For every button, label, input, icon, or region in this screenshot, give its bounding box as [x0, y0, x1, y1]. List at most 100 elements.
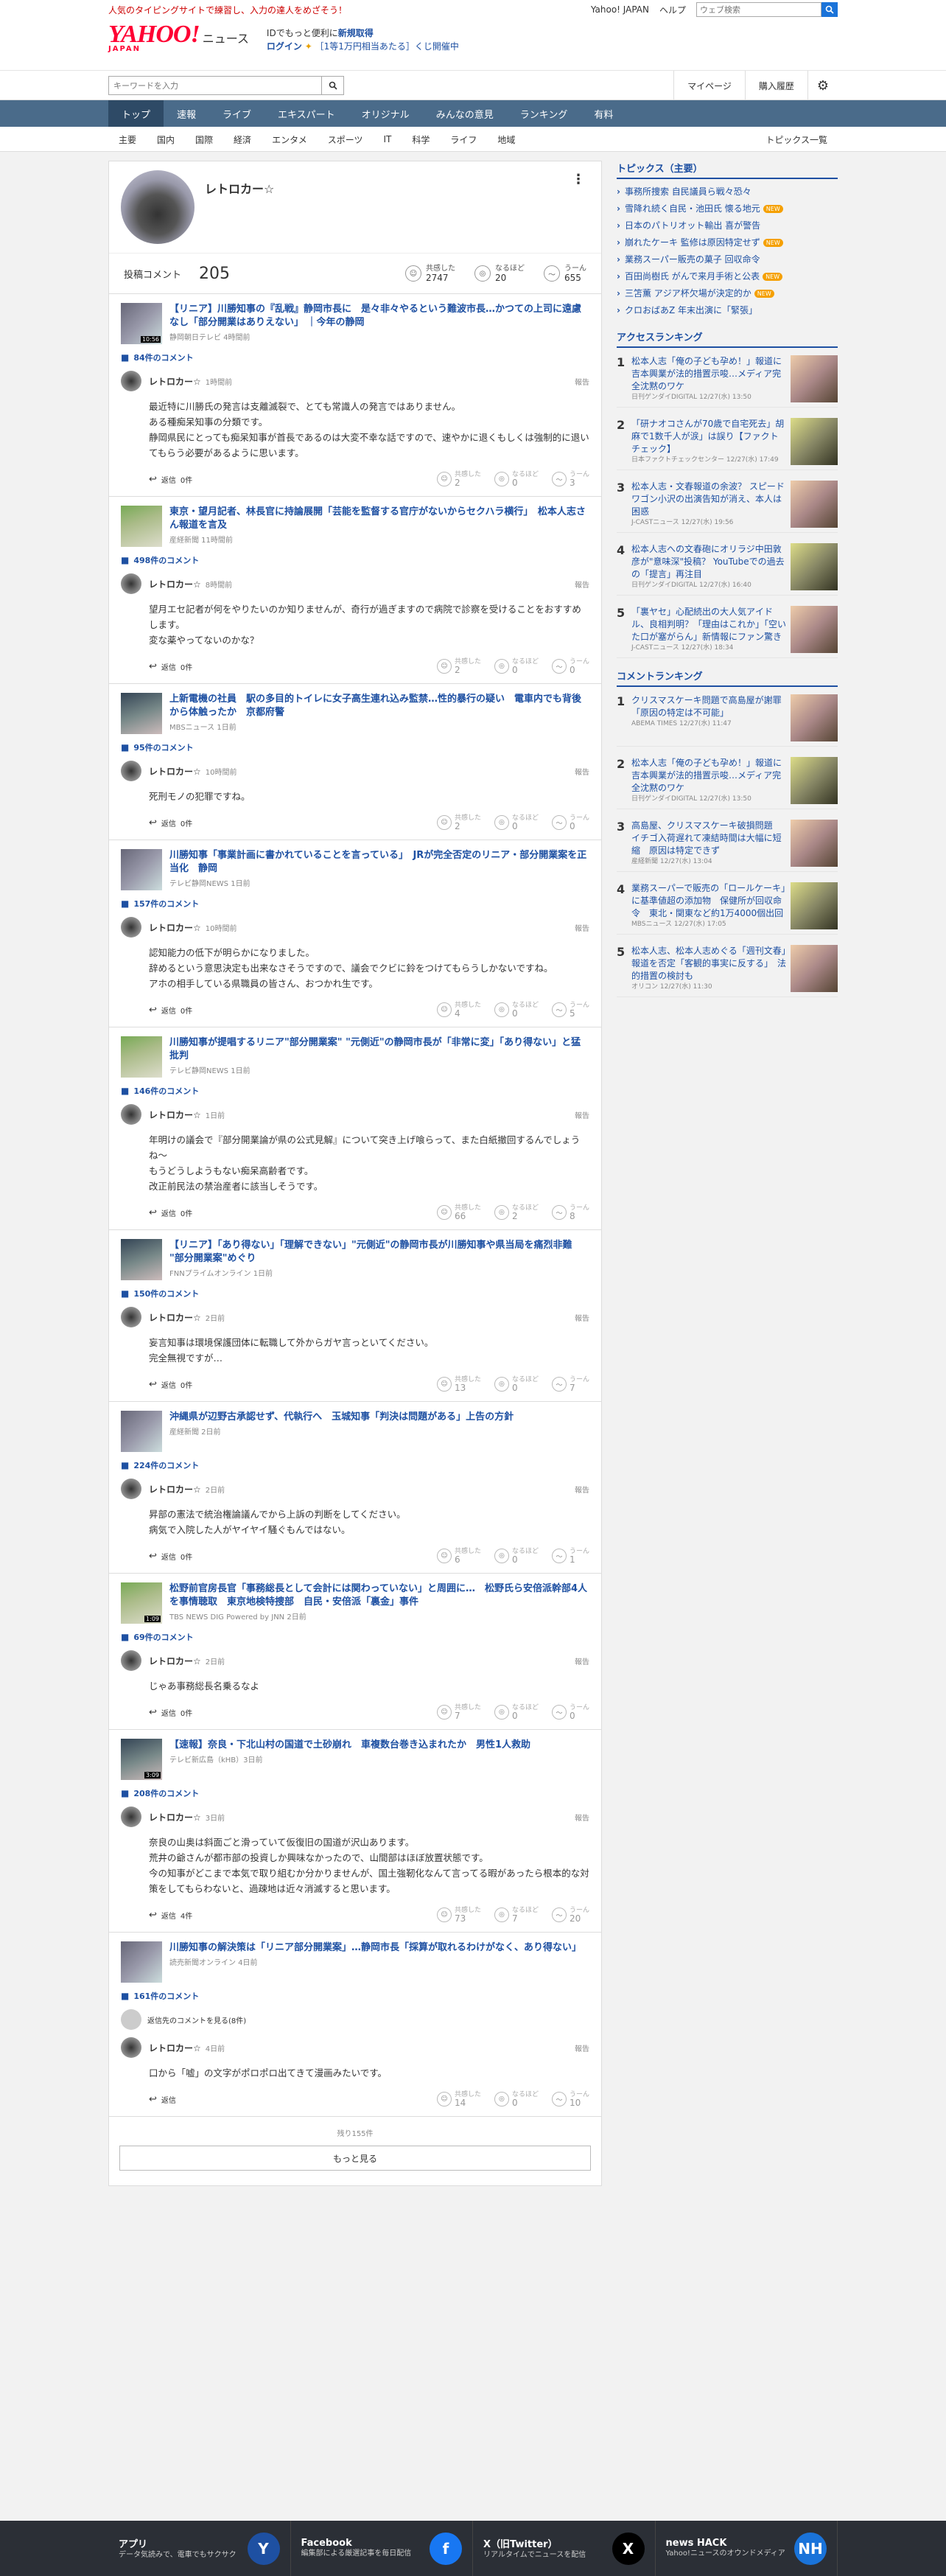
ranking-item[interactable]: 2 松本人志「俺の子ども孕め！」報道に吉本興業が法的措置示唆…メディア完全沈黙のワ…	[617, 757, 838, 809]
gnav-item[interactable]: 有料	[581, 100, 626, 127]
topic-item[interactable]: 三笘薫 アジア杯欠場が決定的かNEW	[617, 285, 838, 302]
gnav-item[interactable]: オリジナル	[348, 100, 423, 127]
reply-button[interactable]: ↩ 返信 0件	[149, 1379, 192, 1390]
comment-count-link[interactable]: ■ 69件のコメント	[121, 1631, 589, 1643]
subnav-item[interactable]: IT	[373, 134, 402, 144]
report-link[interactable]: 報告	[575, 1655, 589, 1666]
reply-button[interactable]: ↩ 返信 0件	[149, 661, 192, 672]
subnav-item[interactable]: 経済	[223, 133, 262, 146]
subnav-item[interactable]: ライフ	[440, 133, 487, 146]
commenter-name[interactable]: レトロカー☆	[149, 375, 201, 388]
yahoo-japan-link[interactable]: Yahoo! JAPAN	[591, 4, 649, 15]
subnav-item[interactable]: 地域	[487, 133, 525, 146]
login-link[interactable]: ログイン	[267, 41, 302, 52]
naru-button[interactable]: ◎ なるほど 7	[494, 1907, 539, 1923]
article-link[interactable]: 川勝知事「事業計画に書かれていることを言っている」 JRが完全否定のリニア・部分…	[121, 849, 589, 890]
subnav-item[interactable]: スポーツ	[318, 133, 374, 146]
commenter-name[interactable]: レトロカー☆	[149, 1655, 201, 1667]
ranking-item[interactable]: 5 松本人志、松本人志めぐる「週刊文春」報道を否定「客観的事実に反する」 法的措置…	[617, 945, 838, 997]
article-title[interactable]: 【速報】奈良・下北山村の国道で土砂崩れ 車複数台巻き込まれたか 男性1人救助	[169, 1739, 530, 1752]
reply-button[interactable]: ↩ 返信 4件	[149, 1910, 192, 1921]
ranking-item[interactable]: 1 松本人志「俺の子ども孕め！」報道に吉本興業が法的措置示唆…メディア完全沈黙のワ…	[617, 355, 838, 408]
article-title[interactable]: 【リニア】川勝知事の『乱戦』静岡市長に 是々非々やるという難波市長…かつての上司…	[169, 303, 589, 329]
lottery-link[interactable]: ［1等1万円相当あたる］くじ開催中	[315, 41, 459, 52]
naru-button[interactable]: ◎ なるほど 0	[494, 2091, 539, 2107]
commenter-name[interactable]: レトロカー☆	[149, 1109, 201, 1121]
subnav-item[interactable]: 国内	[147, 133, 185, 146]
agree-button[interactable]: ☺ 共感した 2	[436, 658, 481, 674]
subnav-item[interactable]: 主要	[108, 133, 147, 146]
report-link[interactable]: 報告	[575, 1812, 589, 1823]
commenter-avatar[interactable]	[121, 917, 141, 938]
report-link[interactable]: 報告	[575, 579, 589, 590]
comment-count-link[interactable]: ■ 146件のコメント	[121, 1085, 589, 1097]
keyword-search-button[interactable]	[322, 76, 344, 95]
article-title[interactable]: 川勝知事の解決策は「リニア部分開業案」…静岡市長「採算が取れるわけがなく、あり得…	[169, 1941, 581, 1955]
ranking-item[interactable]: 4 業務スーパーで販売の「ロールケーキ」に基準値超の添加物 保健所が回収命令 東北…	[617, 882, 838, 935]
commenter-avatar[interactable]	[121, 1479, 141, 1499]
gnav-item[interactable]: トップ	[108, 100, 164, 127]
article-title[interactable]: 東京・望月記者、林長官に持論展開「芸能を監督する官庁がないからセクハラ横行」 松…	[169, 506, 589, 532]
comment-count-link[interactable]: ■ 224件のコメント	[121, 1459, 589, 1471]
gnav-item[interactable]: エキスパート	[264, 100, 348, 127]
article-title[interactable]: 川勝知事「事業計画に書かれていることを言っている」 JRが完全否定のリニア・部分…	[169, 849, 589, 876]
ranking-item[interactable]: 5 「裏ヤセ」心配続出の大人気アイドル、良相判明？「理由はこれか」「空いた口が塞が…	[617, 606, 838, 658]
report-link[interactable]: 報告	[575, 922, 589, 933]
more-menu-icon[interactable]: ⋮	[572, 172, 585, 187]
un-button[interactable]: 〜うーん 10	[551, 2091, 589, 2107]
commenter-avatar[interactable]	[121, 1650, 141, 1671]
reply-button[interactable]: ↩ 返信 0件	[149, 1551, 192, 1562]
comment-count-link[interactable]: ■ 95件のコメント	[121, 741, 589, 753]
help-link[interactable]: ヘルプ	[659, 4, 686, 16]
commenter-avatar[interactable]	[121, 1307, 141, 1327]
comment-count-link[interactable]: ■ 208件のコメント	[121, 1787, 589, 1799]
topic-item[interactable]: クロおばあZ 年末出演に「緊張」	[617, 302, 838, 319]
ranking-item[interactable]: 2 「研ナオコさんが70歳で自宅死去」胡麻で1数千人が涙」は誤り【ファクトチェック…	[617, 418, 838, 470]
topic-item[interactable]: 日本のパトリオット輸出 喜が警告	[617, 217, 838, 234]
un-button[interactable]: 〜うーん 3	[551, 471, 589, 487]
report-link[interactable]: 報告	[575, 1109, 589, 1120]
gnav-item[interactable]: みんなの意見	[423, 100, 507, 127]
article-title[interactable]: 【リニア】「あり得ない」「理解できない」"元側近"の静岡市長が川勝知事や県当局を…	[169, 1239, 589, 1266]
gnav-item[interactable]: 速報	[164, 100, 209, 127]
commenter-name[interactable]: レトロカー☆	[149, 2042, 201, 2054]
naru-button[interactable]: ◎ なるほど 0	[494, 658, 539, 674]
comment-count-link[interactable]: ■ 498件のコメント	[121, 554, 589, 566]
un-button[interactable]: 〜うーん 1	[551, 1548, 589, 1564]
topics-list-link[interactable]: トピックス一覧	[755, 133, 838, 146]
commenter-avatar[interactable]	[121, 761, 141, 781]
commenter-avatar[interactable]	[121, 573, 141, 594]
un-button[interactable]: 〜うーん 7	[551, 1376, 589, 1392]
gnav-item[interactable]: ライブ	[209, 100, 264, 127]
web-search-input[interactable]	[696, 2, 821, 17]
reply-button[interactable]: ↩ 返信 0件	[149, 1707, 192, 1718]
reply-button[interactable]: ↩ 返信 0件	[149, 474, 192, 485]
report-link[interactable]: 報告	[575, 2042, 589, 2053]
reply-button[interactable]: ↩ 返信 0件	[149, 817, 192, 828]
comment-count-link[interactable]: ■ 161件のコメント	[121, 1990, 589, 2002]
naru-button[interactable]: ◎ なるほど 2	[494, 1204, 539, 1221]
web-search-button[interactable]	[821, 2, 838, 17]
un-button[interactable]: 〜うーん 5	[551, 1002, 589, 1018]
commenter-name[interactable]: レトロカー☆	[149, 1311, 201, 1324]
topic-item[interactable]: 事務所捜索 自民議員ら戦々恐々	[617, 184, 838, 200]
ranking-item[interactable]: 4 松本人志への文春砲にオリラジ中田敦彦が"意味深"投稿？ YouTubeでの過去…	[617, 543, 838, 596]
report-link[interactable]: 報告	[575, 376, 589, 387]
un-button[interactable]: 〜うーん 8	[551, 1204, 589, 1221]
footer-card[interactable]: X（旧Twitter） リアルタイムでニュースを配信 X	[473, 2521, 656, 2576]
topic-item[interactable]: 百田尚樹氏 がんで来月手術と公表NEW	[617, 268, 838, 285]
un-button[interactable]: 〜うーん 0	[551, 1704, 589, 1720]
subnav-item[interactable]: 科学	[402, 133, 440, 146]
naru-button[interactable]: ◎ なるほど 0	[494, 814, 539, 831]
article-title[interactable]: 沖縄県が辺野古承認せず、代執行へ 玉城知事「判決は問題がある」上告の方針	[169, 1411, 514, 1424]
reply-button[interactable]: ↩ 返信	[149, 2094, 181, 2105]
article-title[interactable]: 松野前官房長官「事務総長として会計には関わっていない」と周囲に… 松野氏ら安倍派…	[169, 1582, 589, 1609]
agree-button[interactable]: ☺ 共感した 14	[436, 2091, 481, 2107]
promo-link[interactable]: 人気のタイピングサイトで練習し、入力の達人をめざそう！	[108, 4, 347, 16]
topic-item[interactable]: 業務スーパー販売の菓子 回収命令	[617, 251, 838, 268]
commenter-avatar[interactable]	[121, 2037, 141, 2058]
reply-button[interactable]: ↩ 返信 0件	[149, 1207, 192, 1218]
naru-button[interactable]: ◎ なるほど 0	[494, 1376, 539, 1392]
subnav-item[interactable]: 国際	[185, 133, 223, 146]
footer-card[interactable]: Facebook 編集部による厳選記事を毎日配信 f	[291, 2521, 473, 2576]
